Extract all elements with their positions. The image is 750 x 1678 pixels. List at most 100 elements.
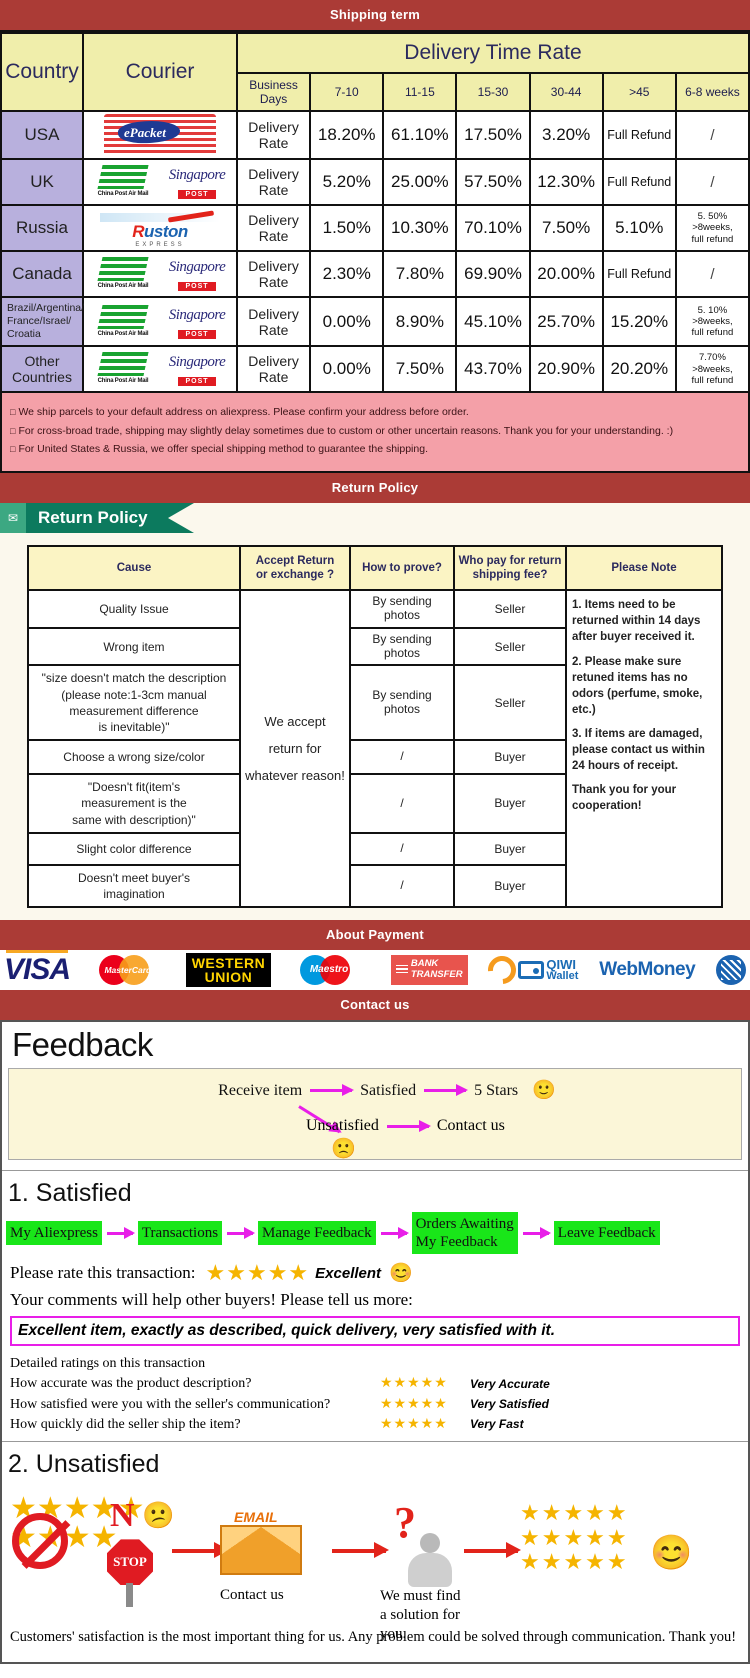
country-cell: Russia <box>0 204 84 252</box>
bank-transfer-icon: BANK TRANSFER <box>390 955 468 986</box>
how-to-prove-cell: / <box>349 773 455 834</box>
rate-prompt: Please rate this transaction: <box>10 1263 196 1283</box>
ruston-express-icon: Ruston EXPRESS <box>86 209 234 248</box>
prohibition-icon <box>12 1513 68 1570</box>
rate-15-30: 69.90% <box>455 250 531 298</box>
shipping-row-brazil-group: Brazil/Argentina/ France/Israel/ Croatia… <box>0 295 750 348</box>
contact-us-caption: Contact us <box>220 1587 284 1604</box>
shipping-note-1: We ship parcels to your default address … <box>10 403 740 421</box>
ruston-swoosh-icon <box>100 212 220 222</box>
china-post-air-mail-icon: China Post Air Mail <box>86 163 160 201</box>
how-to-prove-cell: By sending photos <box>349 589 455 629</box>
header-col-over-45: >45 <box>601 72 677 112</box>
rate-label-cell: Delivery Rate <box>235 345 312 394</box>
detailed-stars[interactable]: ★★★★★ <box>380 1395 470 1415</box>
envelope-icon: ✉ <box>0 502 26 533</box>
header-cause: Cause <box>27 544 241 592</box>
singapore-word: Singapore <box>168 354 226 371</box>
who-pays-cell: Seller <box>453 664 567 742</box>
rate-6-8-weeks: 5. 50% >8weeks, full refund <box>674 204 750 252</box>
rate-over-45: 5.10% <box>601 204 677 252</box>
contact-us-banner: Contact us <box>0 990 750 1021</box>
rate-6-8-weeks: / <box>674 158 750 206</box>
cause-cell: Choose a wrong size/color <box>27 739 241 776</box>
rate-7-10: 0.00% <box>309 295 385 348</box>
return-policy-ribbon: ✉ Return Policy <box>0 502 750 533</box>
rate-over-45: Full Refund <box>601 250 677 298</box>
return-policy-section: ✉ Return Policy Cause Accept Return or e… <box>0 502 750 921</box>
china-post-label: China Post Air Mail <box>97 283 149 289</box>
rate-30-44: 25.70% <box>528 295 604 348</box>
visa-icon: VISA <box>4 950 71 987</box>
rating-stars[interactable]: ★★★★★ <box>206 1260 310 1286</box>
detailed-rating-row: How accurate was the product description… <box>10 1374 748 1394</box>
china-post-mark-icon <box>97 257 149 281</box>
china-post-mark-icon <box>97 304 149 329</box>
singapore-post-badge: POST <box>178 329 216 339</box>
rate-label-cell: Delivery Rate <box>235 110 312 160</box>
rate-over-45: Full Refund <box>601 110 677 160</box>
header-col-6-8-weeks: 6-8 weeks <box>674 72 750 112</box>
step-leave-feedback[interactable]: Leave Feedback <box>553 1221 660 1246</box>
arrow-right-icon <box>386 1119 431 1132</box>
arrow-right-icon <box>464 1542 521 1559</box>
step-transactions[interactable]: Transactions <box>137 1221 223 1246</box>
feedback-flow-diagram: Receive item Satisfied 5 Stars 🙂 Unsatis… <box>8 1068 742 1161</box>
mastercard-label: MasterCard <box>104 965 152 976</box>
header-courier: Courier <box>82 32 238 112</box>
singapore-post-badge: POST <box>178 377 216 387</box>
frowny-face-icon: 🙁 <box>331 1138 356 1161</box>
singapore-post-badge: POST <box>178 282 216 291</box>
detailed-value: Very Accurate <box>470 1376 550 1391</box>
singapore-post-icon: Singapore POST <box>160 303 234 341</box>
detailed-ratings-heading: Detailed ratings on this transaction <box>10 1356 206 1372</box>
detailed-stars[interactable]: ★★★★★ <box>380 1374 470 1394</box>
header-please-note: Please Note <box>565 544 723 592</box>
rate-15-30: 17.50% <box>455 110 531 160</box>
header-col-30-44: 30-44 <box>528 72 604 112</box>
comment-input[interactable]: Excellent item, exactly as described, qu… <box>10 1316 740 1347</box>
rate-30-44: 20.00% <box>528 250 604 298</box>
accept-return-cell: We accept return for whatever reason! <box>239 589 351 909</box>
singapore-post-icon: Singapore POST <box>160 163 234 201</box>
china-post-air-mail-icon: China Post Air Mail <box>86 303 160 341</box>
shipping-term-banner: Shipping term <box>0 0 750 30</box>
step-my-aliexpress[interactable]: My Aliexpress <box>6 1221 102 1246</box>
ruston-label: Ruston <box>86 222 234 242</box>
cause-cell: Slight color difference <box>27 831 241 866</box>
rate-11-15: 7.80% <box>382 250 458 298</box>
step-orders-awaiting-my-feedback[interactable]: Orders Awaiting My Feedback <box>411 1212 518 1255</box>
stop-sign-post-icon <box>126 1583 133 1608</box>
stop-sign-icon: STOP <box>107 1539 153 1586</box>
rate-label-cell: Delivery Rate <box>235 158 312 206</box>
header-col-7-10: 7-10 <box>309 72 385 112</box>
step-manage-feedback[interactable]: Manage Feedback <box>258 1221 376 1246</box>
rate-15-30: 70.10% <box>455 204 531 252</box>
satisfied-heading: 1. Satisfied <box>8 1179 132 1208</box>
arrow-right-icon <box>106 1226 135 1239</box>
comments-prompt: Your comments will help other buyers! Pl… <box>10 1290 413 1310</box>
unsatisfied-illustration: ★★★★★ ★★★★ N 😕 STOP EMAIL Contact us ? We… <box>2 1487 748 1642</box>
question-mark-icon: ? <box>394 1498 416 1548</box>
country-cell: UK <box>0 158 84 206</box>
rate-11-15: 7.50% <box>382 345 458 394</box>
table-row: Quality Issue We accept return for whate… <box>27 589 723 909</box>
country-cell: Other Countries <box>0 345 84 394</box>
who-pays-cell: Seller <box>453 626 567 667</box>
arrow-right-icon <box>380 1226 409 1239</box>
flow-receive-item: Receive item <box>218 1081 303 1099</box>
rate-7-10: 1.50% <box>309 204 385 252</box>
china-post-mark-icon <box>97 352 149 377</box>
header-col-15-30: 15-30 <box>455 72 531 112</box>
china-post-label: China Post Air Mail <box>97 191 149 197</box>
who-pays-cell: Buyer <box>453 773 567 834</box>
shipping-row-usa: USA ePacket Delivery Rate 18.20% 61.10% … <box>0 110 750 160</box>
please-note-1: 1. Items need to be returned within 14 d… <box>572 599 701 644</box>
shipping-table: Country Courier Delivery Time Rate Busin… <box>0 32 750 394</box>
header-business-days: Business Days <box>235 72 312 112</box>
detailed-stars[interactable]: ★★★★★ <box>380 1415 470 1435</box>
shipping-note-3: For United States & Russia, we offer spe… <box>10 440 740 458</box>
courier-logos-cell: China Post Air Mail Singapore POST <box>82 250 238 298</box>
mastercard-icon: MasterCard <box>91 953 165 987</box>
detailed-question: How satisfied were you with the seller's… <box>10 1396 331 1412</box>
